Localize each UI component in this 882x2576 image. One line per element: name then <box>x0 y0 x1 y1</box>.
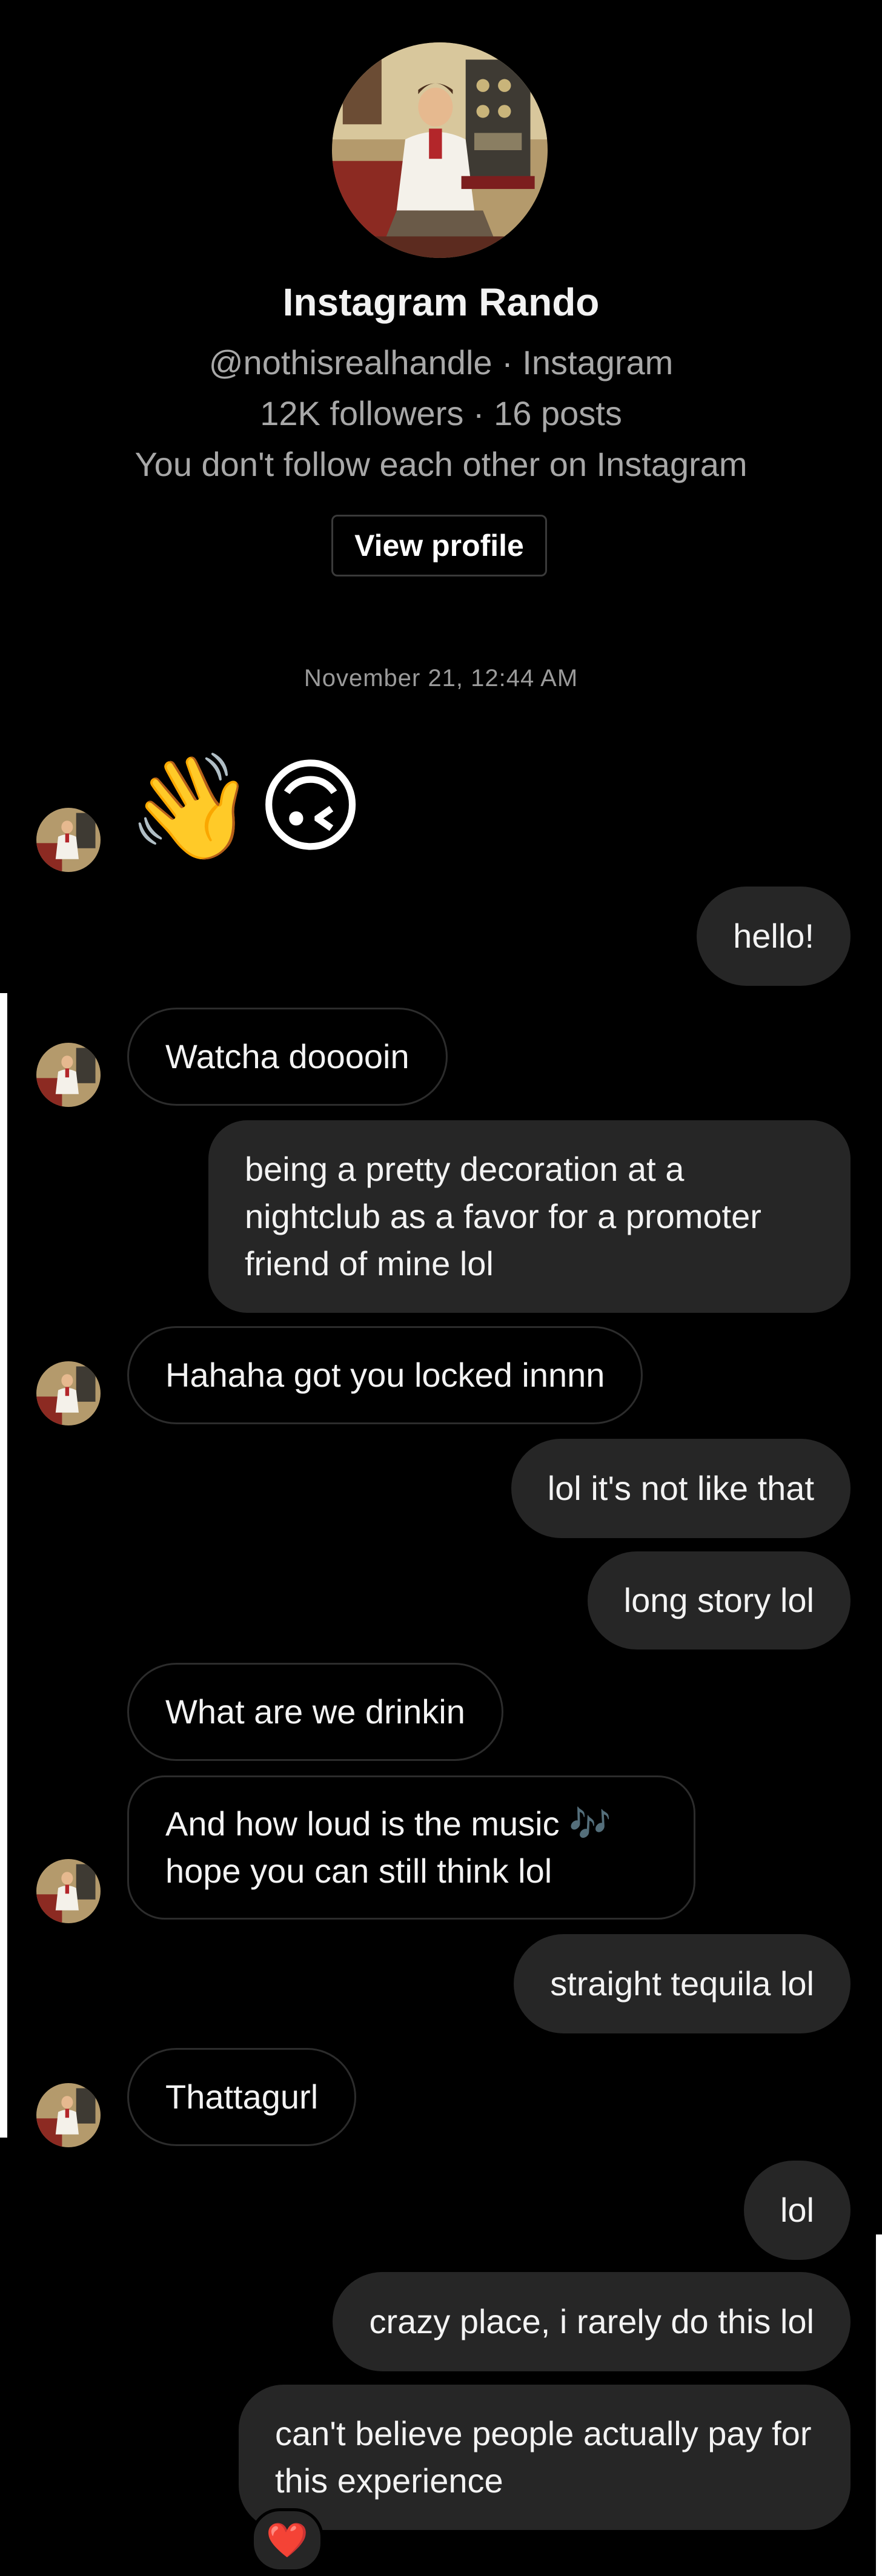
message-bubble-outgoing[interactable]: crazy place, i rarely do this lol <box>333 2272 850 2371</box>
vintage-radio-man-avatar-icon <box>36 1043 101 1107</box>
waving-hand-emoji[interactable]: 👋 <box>127 756 256 859</box>
upside-down-face-emoji[interactable]: 🙃 <box>257 756 364 859</box>
conversation-timestamp: November 21, 12:44 AM <box>303 665 579 692</box>
message-bubble-outgoing[interactable]: can't believe people actually pay for th… <box>239 2385 850 2530</box>
message-bubble-incoming[interactable]: And how loud is the music 🎶 hope you can… <box>127 1775 695 1920</box>
message-bubble-outgoing[interactable]: lol it's not like that <box>511 1439 850 1538</box>
sender-avatar[interactable] <box>36 1043 101 1107</box>
message-bubble-outgoing[interactable]: long story lol <box>587 1551 850 1650</box>
message-bubble-outgoing[interactable]: lol <box>743 2161 850 2260</box>
view-profile-button[interactable]: View profile <box>331 515 547 576</box>
vintage-radio-man-avatar-icon <box>36 808 101 872</box>
message-bubble-incoming[interactable]: Thattagurl <box>127 2048 357 2146</box>
message-bubble-outgoing[interactable]: straight tequila lol <box>514 1934 850 2033</box>
profile-name: Instagram Rando <box>282 280 600 324</box>
profile-avatar[interactable] <box>332 42 548 258</box>
message-bubble-outgoing[interactable]: being a pretty decoration at a nightclub… <box>208 1120 850 1313</box>
message-bubble-incoming[interactable]: Hahaha got you locked innnn <box>127 1326 643 1424</box>
sender-avatar[interactable] <box>36 1859 101 1923</box>
sender-avatar[interactable] <box>36 1361 101 1425</box>
vintage-radio-man-avatar-icon <box>332 42 548 258</box>
profile-stats: 12K followers · 16 posts <box>260 394 622 432</box>
profile-handle: @nothisrealhandle · Instagram <box>208 343 674 381</box>
message-bubble-outgoing[interactable]: hello! <box>697 887 850 986</box>
follow-status: You don't follow each other on Instagram <box>134 445 748 483</box>
heart-icon: ❤️ <box>266 2521 308 2559</box>
message-bubble-incoming[interactable]: Watcha dooooin <box>127 1008 448 1106</box>
vintage-radio-man-avatar-icon <box>36 1859 101 1923</box>
screenshot-edge-left <box>0 993 7 2138</box>
vintage-radio-man-avatar-icon <box>36 2083 101 2147</box>
message-bubble-incoming[interactable]: What are we drinkin <box>127 1663 503 1761</box>
vintage-radio-man-avatar-icon <box>36 1361 101 1425</box>
heart-reaction-badge[interactable]: ❤️ <box>251 2508 323 2572</box>
sender-avatar[interactable] <box>36 2083 101 2147</box>
sender-avatar[interactable] <box>36 808 101 872</box>
screenshot-edge-right <box>876 2234 882 2576</box>
